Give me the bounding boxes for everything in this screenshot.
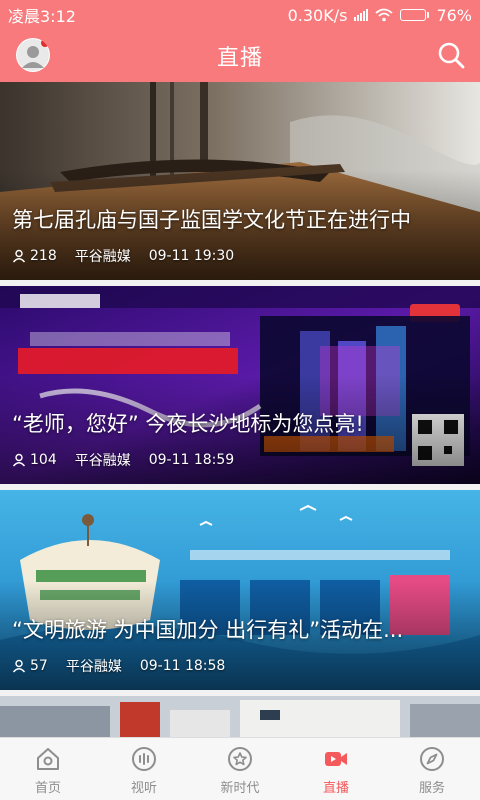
tab-label: 首页	[34, 781, 61, 796]
tab-label: 服务	[418, 781, 445, 796]
live-card[interactable]: 第七届孔庙与国子监国学文化节正在进行中 218 平谷融媒 09-11 19:30	[0, 82, 480, 280]
live-title: “文明旅游 为中国加分 出行有礼”活动在...	[12, 618, 404, 642]
audio-wave-icon	[132, 747, 156, 771]
tab-label: 直播	[322, 781, 349, 796]
user-avatar-icon[interactable]	[16, 38, 50, 72]
live-title: 第七届孔庙与国子监国学文化节正在进行中	[12, 208, 411, 232]
viewer-count: 57	[30, 658, 48, 674]
live-card[interactable]: “老师，您好” 今夜长沙地标为您点亮! 104 平谷融媒 09-11 18:59	[0, 286, 480, 484]
source-name: 平谷融媒	[74, 249, 131, 265]
status-time: 凌晨3:12	[8, 7, 76, 26]
source-name: 平谷融媒	[65, 659, 122, 675]
viewer-count: 104	[30, 452, 57, 468]
page-title: 直播	[216, 46, 263, 71]
person-icon	[12, 453, 26, 467]
home-icon	[37, 748, 59, 770]
live-meta: 104 平谷融媒 09-11 18:59	[12, 450, 234, 470]
notification-dot	[41, 39, 49, 47]
signal-icon	[354, 9, 369, 21]
live-card[interactable]	[0, 696, 480, 737]
viewer-count: 218	[30, 248, 57, 264]
battery-icon	[400, 9, 430, 21]
live-meta: 218 平谷融媒 09-11 19:30	[12, 246, 234, 266]
compass-icon	[420, 747, 444, 771]
search-icon[interactable]	[436, 40, 466, 70]
live-feed-list[interactable]: 第七届孔庙与国子监国学文化节正在进行中 218 平谷融媒 09-11 19:30	[0, 82, 480, 737]
tab-new-era[interactable]: 新时代	[192, 738, 288, 800]
live-time: 09-11 19:30	[148, 248, 235, 264]
bottom-tab-bar: 首页 视听 新时代 直播 服务	[0, 737, 480, 800]
person-icon	[12, 659, 26, 673]
tab-live[interactable]: 直播	[288, 738, 384, 800]
live-title: “老师，您好” 今夜长沙地标为您点亮!	[12, 412, 364, 436]
live-card[interactable]: “文明旅游 为中国加分 出行有礼”活动在... 57 平谷融媒 09-11 18…	[0, 490, 480, 690]
live-time: 09-11 18:59	[148, 452, 235, 468]
network-speed: 0.30K/s	[287, 5, 348, 25]
tab-audio-video[interactable]: 视听	[96, 738, 192, 800]
live-thumbnail	[0, 696, 480, 737]
wifi-icon	[375, 8, 394, 22]
live-time: 09-11 18:58	[139, 658, 226, 674]
status-bar: 凌晨3:12 0.30K/s 76%	[0, 0, 480, 30]
tab-label: 视听	[130, 781, 157, 796]
video-camera-icon	[325, 752, 347, 766]
person-icon	[12, 249, 26, 263]
star-badge-icon	[228, 747, 252, 771]
source-name: 平谷融媒	[74, 453, 131, 469]
tab-home[interactable]: 首页	[0, 738, 96, 800]
live-meta: 57 平谷融媒 09-11 18:58	[12, 656, 225, 676]
battery-level: 76%	[436, 5, 472, 25]
app-header: 直播	[0, 30, 480, 82]
tab-label: 新时代	[220, 781, 260, 796]
tab-services[interactable]: 服务	[384, 738, 480, 800]
